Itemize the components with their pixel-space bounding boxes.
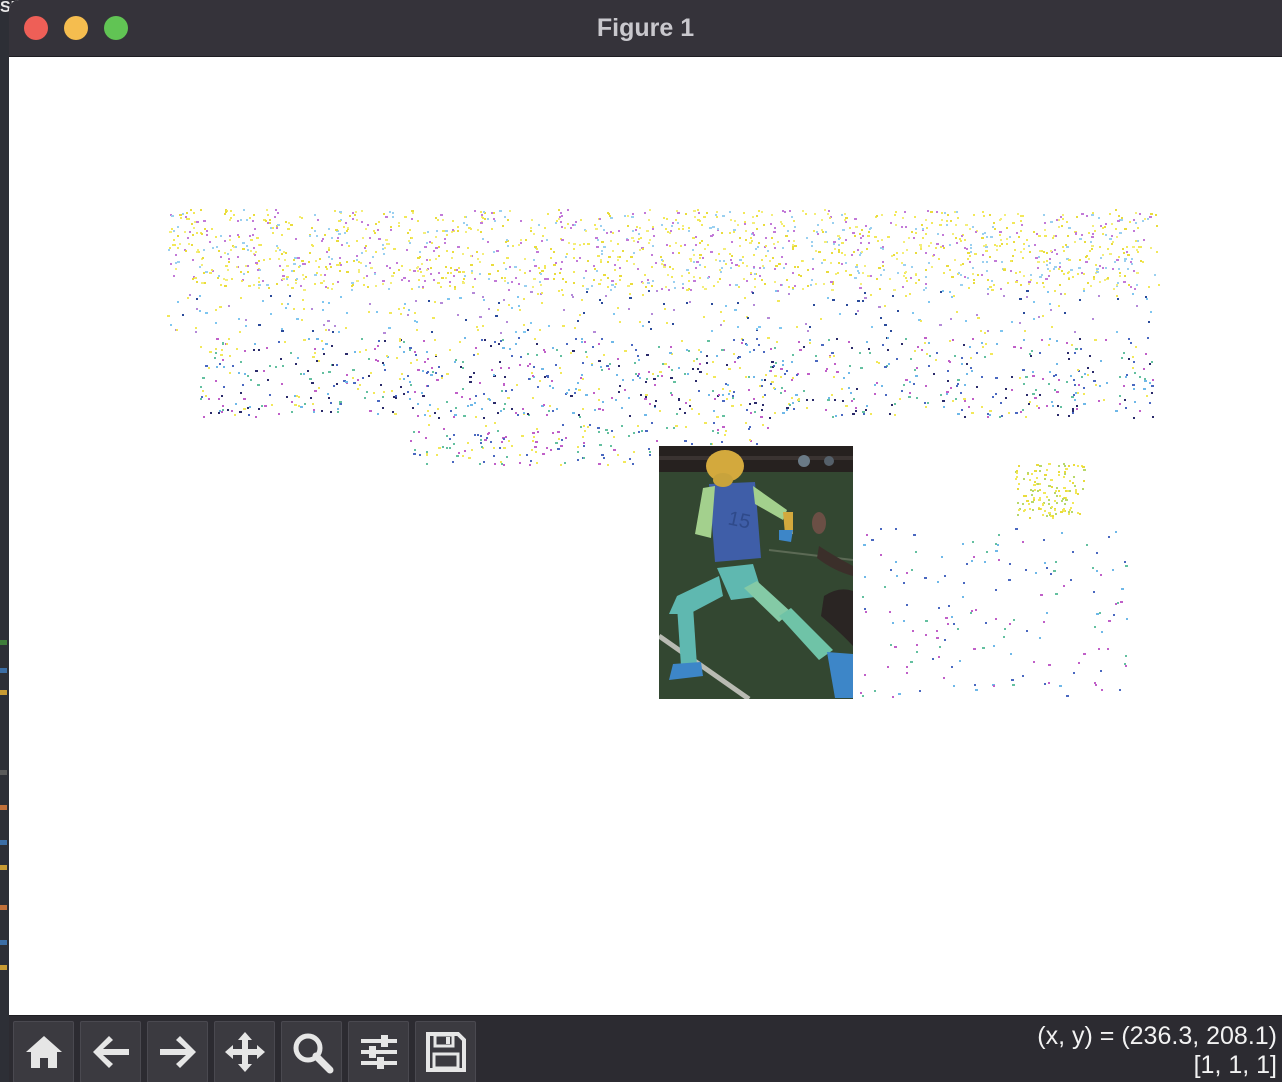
configure-subplots-button[interactable] <box>348 1021 409 1082</box>
pan-button[interactable] <box>214 1021 275 1082</box>
window-title: Figure 1 <box>596 14 695 42</box>
speckle-noise-overlay <box>167 209 1160 698</box>
zoom-magnifier-icon <box>293 1033 333 1074</box>
cursor-readout: (x, y) = (236.3, 208.1) [1, 1, 1] <box>1037 1022 1277 1080</box>
forward-arrow-icon <box>159 1036 196 1068</box>
svg-text:15: 15 <box>726 507 752 533</box>
forward-button[interactable] <box>147 1021 208 1082</box>
home-button[interactable] <box>13 1021 74 1082</box>
cursor-coordinates: (x, y) = (236.3, 208.1) <box>1037 1022 1277 1050</box>
desktop-background-strip <box>0 0 9 1082</box>
zoom-button[interactable] <box>281 1021 342 1082</box>
navigation-toolbar: (x, y) = (236.3, 208.1) [1, 1, 1] <box>9 1015 1282 1082</box>
pixel-value: [1, 1, 1] <box>1193 1051 1277 1079</box>
figure-window: Figure 1 15 (x, y) = (236.3, 208.1) [1, … <box>9 0 1282 1082</box>
player-segmentation-image: 15 <box>659 446 853 699</box>
subplots-config-icon <box>360 1035 397 1069</box>
save-figure-button[interactable] <box>415 1021 476 1082</box>
home-icon <box>25 1036 62 1068</box>
figure-canvas[interactable]: 15 <box>9 57 1282 1015</box>
pan-move-icon <box>224 1032 265 1072</box>
back-arrow-icon <box>92 1036 129 1068</box>
save-floppy-icon <box>425 1032 466 1072</box>
back-button[interactable] <box>80 1021 141 1082</box>
title-bar[interactable]: Figure 1 <box>9 0 1282 57</box>
